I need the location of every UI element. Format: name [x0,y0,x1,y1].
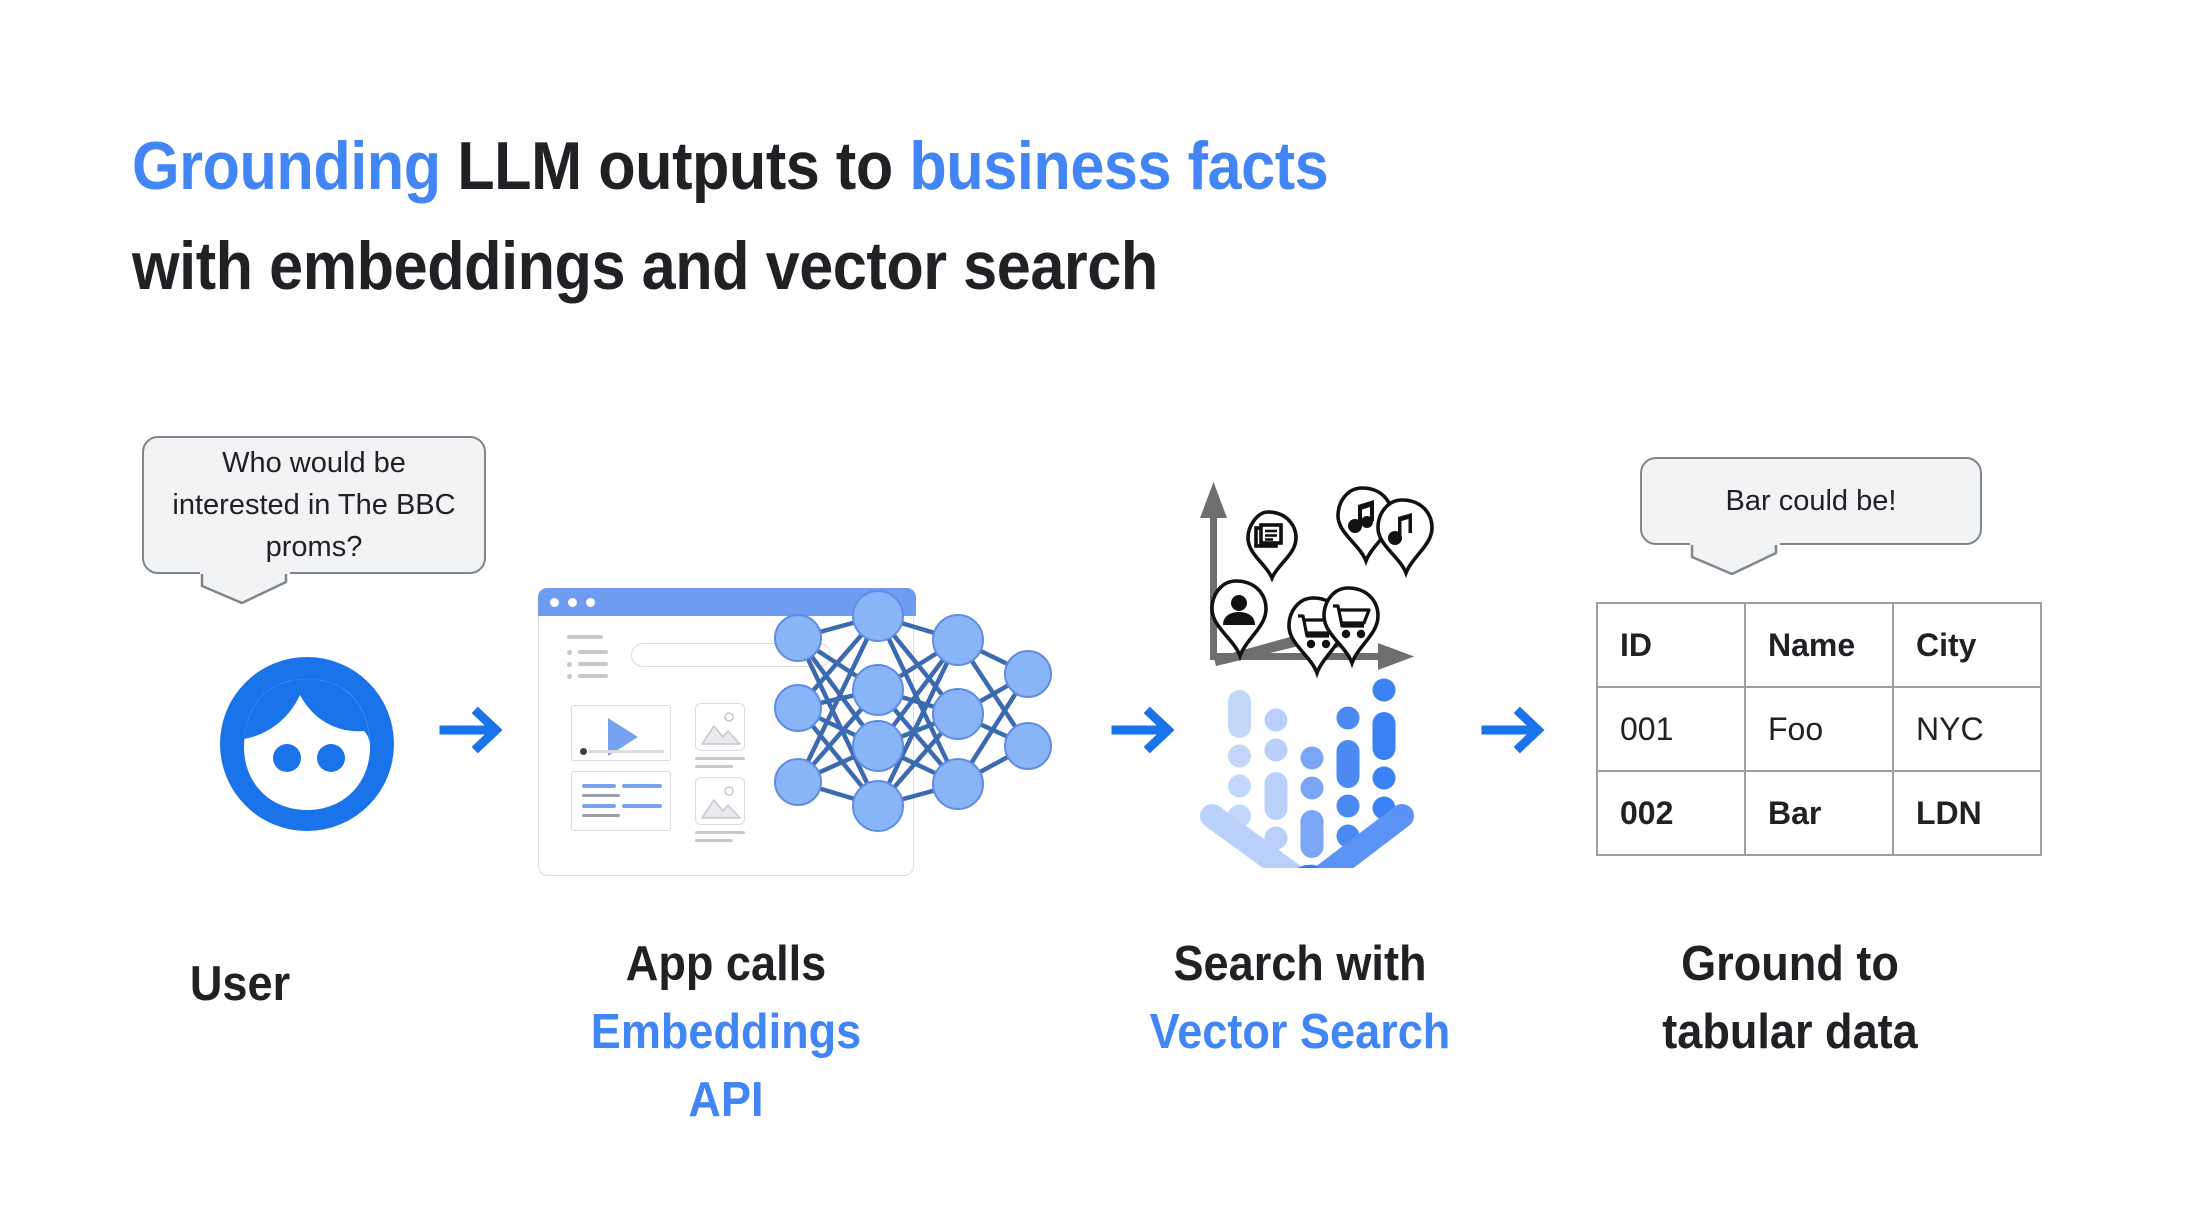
window-dot-2 [568,598,577,607]
cell-name: Bar [1744,770,1894,856]
table-header-name: Name [1744,602,1894,688]
label-tabular-data: tabular data [1662,1005,1918,1059]
cell-city: LDN [1892,770,2042,856]
title-text-llm-outputs: LLM outputs to [457,128,893,204]
title-line-2: with embeddings and vector search [132,228,1158,304]
cell-id: 001 [1596,686,1746,772]
nav-line-2 [578,662,608,666]
cell-city: NYC [1892,686,2042,772]
user-question-bubble: Who would be interested in The BBC proms… [142,436,486,574]
user-bubble-tail [200,570,290,604]
label-ground-to-tabular: Ground to tabular data [1615,930,1965,1066]
table-row[interactable]: 001 Foo NYC [1596,686,2042,772]
text-line-3b [622,804,662,808]
thumb-caption-1b [695,765,733,768]
window-dot-3 [586,598,595,607]
label-user: User [157,950,323,1018]
vector-search-graphic [1200,482,1434,868]
thumb-caption-1a [695,757,745,760]
image-placeholder-icon-2 [701,786,741,819]
nav-bullet-2 [567,662,572,667]
image-thumb-1 [695,703,745,751]
text-card [571,771,671,831]
nav-line-1 [578,650,608,654]
text-line-2 [582,794,620,797]
thumb-caption-2b [695,839,733,842]
table-header-city: City [1892,602,2042,688]
label-vector-search: Vector Search [1149,1005,1451,1059]
table-row[interactable]: 002 Bar LDN [1596,770,2042,856]
answer-bubble-text: Bar could be! [1725,485,1897,517]
title-accent-business-facts: business facts [909,128,1329,204]
progress-track[interactable] [588,750,664,753]
arrow-right-icon-2 [1111,706,1175,754]
vector-funnel-icon [1200,678,1414,868]
answer-bubble: Bar could be! [1640,457,1982,545]
text-line-1a [582,784,616,788]
text-line-4 [582,814,620,817]
nav-line-3 [578,674,608,678]
label-user-text: User [189,957,291,1011]
slide-canvas: Grounding LLM outputs to business facts … [0,0,2200,1232]
arrow-right-icon-3 [1481,706,1545,754]
label-search-with-main: Search with [1173,937,1427,991]
image-thumb-2 [695,777,745,825]
label-ground-to: Ground to [1681,937,1899,991]
text-line-1b [622,784,662,788]
label-app-calls-main: App calls [625,937,827,991]
arrow-right-icon-1 [439,706,503,754]
user-question-text: Who would be interested in The BBC proms… [172,447,456,563]
thumb-caption-2a [695,831,745,834]
video-card [571,705,671,761]
person-pin [1210,579,1268,662]
cell-name: Foo [1744,686,1894,772]
title-accent-grounding: Grounding [132,128,441,204]
nav-title-line [567,635,603,639]
nav-bullet-1 [567,650,572,655]
text-line-3a [582,804,616,808]
progress-knob[interactable] [580,748,587,755]
title-line-1: Grounding LLM outputs to business facts [132,116,1572,216]
user-avatar [220,657,394,831]
neural-network-icon [774,590,1052,832]
answer-bubble-tail [1690,541,1780,575]
table-header-id: ID [1596,602,1746,688]
label-embeddings-api: Embeddings API [590,1005,862,1127]
nav-bullet-3 [567,674,572,679]
label-search-with: Search with Vector Search [1125,930,1475,1066]
window-dot-1 [550,598,559,607]
page-title: Grounding LLM outputs to business facts … [132,116,1732,316]
label-app-calls: App calls Embeddings API [551,930,901,1134]
grounding-data-table: ID Name City 001 Foo NYC 002 Bar LDN [1596,602,2042,856]
image-placeholder-icon-1 [701,712,741,745]
table-header-row: ID Name City [1596,602,2042,688]
music-note-pin-2 [1376,498,1434,579]
cell-id: 002 [1596,770,1746,856]
article-pin [1246,510,1298,583]
